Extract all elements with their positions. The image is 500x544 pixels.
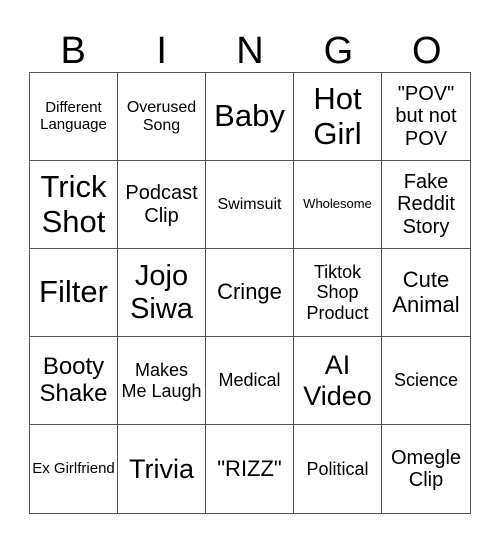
bingo-cell[interactable]: Baby [206, 73, 294, 161]
bingo-cell-text: Swimsuit [217, 195, 282, 213]
bingo-cell[interactable]: Cute Animal [382, 249, 470, 337]
header-letter-b: B [60, 30, 86, 72]
bingo-cell-text: Wholesome [303, 196, 372, 212]
bingo-cell[interactable]: Filter [30, 249, 118, 337]
bingo-cell[interactable]: Podcast Clip [118, 161, 206, 249]
bingo-cell-text: Cringe [217, 279, 282, 305]
bingo-cell[interactable]: Makes Me Laugh [118, 337, 206, 425]
bingo-cell-text: AI Video [303, 350, 372, 411]
bingo-cell[interactable]: Medical [206, 337, 294, 425]
header-letter-n: N [236, 30, 264, 72]
bingo-cell-text: Fake Reddit Story [397, 170, 455, 238]
bingo-cell-text: Science [393, 370, 459, 391]
bingo-cell-text: Tiktok Shop Product [306, 262, 369, 323]
bingo-cell[interactable]: "RIZZ" [206, 425, 294, 513]
bingo-cell[interactable]: Political [294, 425, 382, 513]
bingo-cell-text: Booty Shake [39, 352, 108, 407]
bingo-cell-text: Baby [214, 98, 285, 134]
header-letter-i: I [156, 30, 167, 72]
bingo-cell[interactable]: Omegle Clip [382, 425, 470, 513]
bingo-cell[interactable]: Booty Shake [30, 337, 118, 425]
bingo-cell[interactable]: Tiktok Shop Product [294, 249, 382, 337]
bingo-cell[interactable]: Fake Reddit Story [382, 161, 470, 249]
bingo-grid: Different Language Overused Song Baby Hot G… [29, 72, 471, 514]
bingo-cell[interactable]: Jojo Siwa [118, 249, 206, 337]
bingo-cell-text: Different Language [40, 98, 107, 133]
bingo-cell[interactable]: Science [382, 337, 470, 425]
bingo-header: B I N G O [29, 30, 471, 72]
bingo-cell-text: "POV" but not POV [395, 82, 457, 150]
bingo-cell-text: Cute Animal [392, 266, 460, 317]
bingo-cell[interactable]: Wholesome [294, 161, 382, 249]
bingo-cell[interactable]: Trick Shot [30, 161, 118, 249]
bingo-cell[interactable]: Different Language [30, 73, 118, 161]
bingo-cell[interactable]: Overused Song [118, 73, 206, 161]
bingo-cell[interactable]: AI Video [294, 337, 382, 425]
bingo-cell-text: Trick Shot [40, 168, 107, 239]
bingo-cell[interactable]: Hot Girl [294, 73, 382, 161]
header-letter-o: O [412, 30, 442, 72]
bingo-cell-text: Filter [39, 274, 108, 310]
bingo-cell[interactable]: Swimsuit [206, 161, 294, 249]
bingo-cell-text: Political [306, 458, 369, 479]
bingo-cell-text: Makes Me Laugh [121, 360, 202, 401]
bingo-cell[interactable]: Cringe [206, 249, 294, 337]
bingo-cell-text: Medical [218, 370, 281, 391]
bingo-cell[interactable]: Ex Girlfriend [30, 425, 118, 513]
bingo-cell-text: Omegle Clip [390, 446, 462, 491]
bingo-cell[interactable]: Trivia [118, 425, 206, 513]
bingo-cell-text: Hot Girl [313, 80, 362, 151]
bingo-cell-text: "RIZZ" [217, 455, 282, 481]
bingo-cell-text: Overused Song [126, 98, 197, 134]
bingo-cell-text: Ex Girlfriend [32, 459, 115, 477]
bingo-cell[interactable]: "POV" but not POV [382, 73, 470, 161]
bingo-cell-text: Jojo Siwa [130, 260, 193, 325]
bingo-cell-text: Podcast Clip [125, 182, 198, 227]
header-letter-g: G [323, 30, 354, 72]
bingo-cell-text: Trivia [129, 453, 194, 484]
